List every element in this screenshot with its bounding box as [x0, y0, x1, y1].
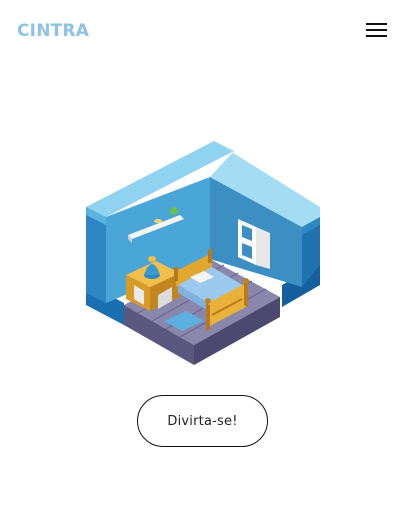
- hamburger-menu-icon[interactable]: [366, 21, 388, 39]
- shelf-item: [154, 219, 162, 223]
- page: CINTRA Divirta-se!: [0, 0, 406, 527]
- isometric-bedroom-illustration: [86, 141, 320, 365]
- brand-logo[interactable]: CINTRA: [17, 20, 89, 42]
- divirta-se-button[interactable]: Divirta-se!: [137, 395, 268, 447]
- menu-line-bottom: [366, 35, 387, 37]
- shelf-plant: [170, 207, 178, 215]
- header: CINTRA: [0, 0, 406, 62]
- menu-line-top: [366, 23, 387, 25]
- menu-line-middle: [366, 29, 387, 31]
